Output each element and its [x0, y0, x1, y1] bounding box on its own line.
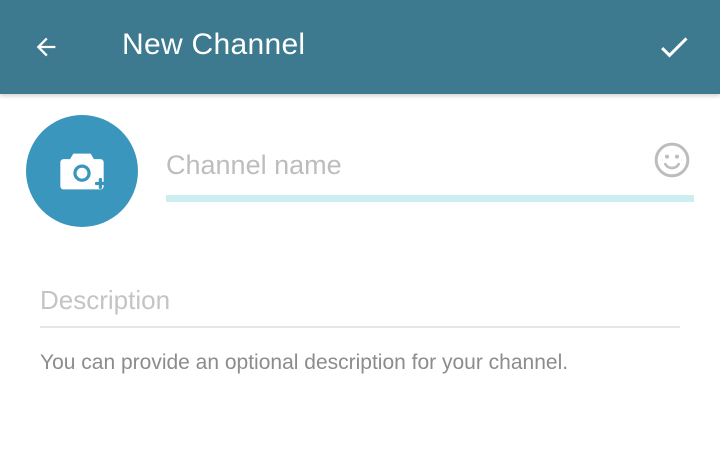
back-button[interactable]	[28, 29, 64, 65]
channel-photo-button[interactable]	[26, 115, 138, 227]
camera-add-icon	[60, 153, 106, 190]
emoji-smile-icon	[654, 142, 690, 178]
toolbar: New Channel	[0, 0, 720, 94]
description-underline	[40, 326, 680, 328]
description-input[interactable]	[40, 280, 680, 320]
arrow-back-icon	[36, 37, 56, 57]
channel-name-input[interactable]	[166, 140, 636, 190]
done-button[interactable]	[654, 27, 694, 67]
new-channel-screen: New Channel You can provide an optional …	[0, 0, 720, 461]
emoji-button[interactable]	[650, 138, 694, 182]
page-title: New Channel	[122, 28, 306, 61]
check-icon	[661, 37, 688, 58]
channel-name-underline	[166, 195, 694, 202]
description-hint: You can provide an optional description …	[40, 351, 569, 374]
